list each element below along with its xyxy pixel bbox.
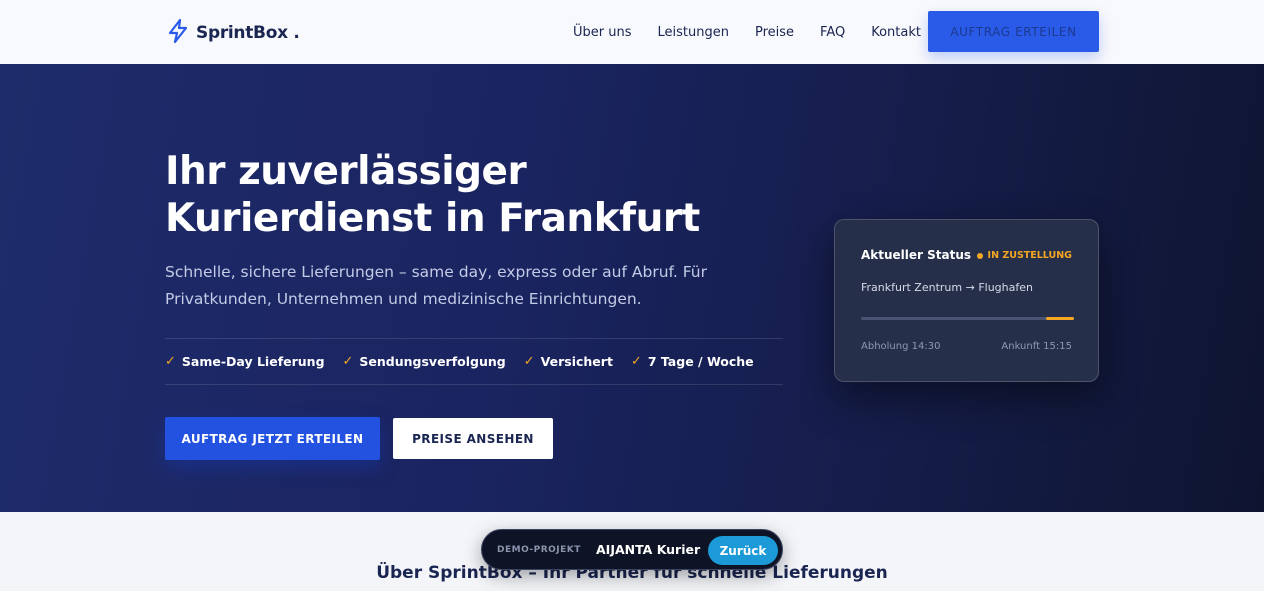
view-prices-button[interactable]: PREISE ANSEHEN (393, 418, 553, 459)
delivery-progress-bar (861, 317, 1074, 320)
feature-item: ✓ Versichert (524, 354, 613, 369)
check-icon: ✓ (523, 354, 535, 369)
status-badge-label: IN ZUSTELLUNG (987, 250, 1072, 261)
delivery-progress-fill (1046, 317, 1074, 320)
hero-subtitle-line1: Schnelle, sichere Lieferungen – same day… (165, 263, 707, 281)
check-icon: ✓ (342, 354, 354, 369)
feature-label: Same-Day Lieferung (181, 354, 325, 369)
check-icon: ✓ (630, 354, 642, 369)
nav-item-faq[interactable]: FAQ (820, 25, 845, 40)
hero-subtitle-line2: Privatkunden, Unternehmen und medizinisc… (165, 290, 642, 308)
hero-title-line1: Ihr zuverlässiger (165, 149, 527, 194)
site-header: SprintBox . Über uns Leistungen Preise F… (0, 0, 1264, 64)
feature-label: Sendungsverfolgung (359, 354, 506, 369)
lightning-icon (166, 18, 190, 48)
status-dot-icon (976, 252, 983, 259)
status-card: Aktueller Status IN ZUSTELLUNG Frankfurt… (834, 219, 1099, 382)
feature-item: ✓ 7 Tage / Woche (631, 354, 754, 369)
logo[interactable]: SprintBox . (166, 18, 300, 48)
arrival-time: Ankunft 15:15 (1001, 341, 1072, 352)
hero-title-line2: Kurierdienst in Frankfurt (165, 196, 700, 241)
status-title: Aktueller Status (861, 248, 972, 262)
feature-label: 7 Tage / Woche (647, 354, 754, 369)
header-order-button[interactable]: AUFTRAG ERTEILEN (928, 11, 1099, 52)
demo-label: DEMO-PROJEKT (497, 545, 581, 555)
nav-item-preise[interactable]: Preise (755, 25, 794, 40)
hero-subtitle: Schnelle, sichere Lieferungen – same day… (165, 259, 755, 313)
status-route: Frankfurt Zentrum → Flughafen (861, 281, 1033, 294)
nav-item-leistungen[interactable]: Leistungen (658, 25, 729, 40)
demo-project-name: AIJANTA Kurier (596, 542, 701, 557)
hero-title: Ihr zuverlässiger Kurierdienst in Frankf… (165, 148, 785, 242)
feature-label: Versichert (540, 354, 613, 369)
hero-section: Ihr zuverlässiger Kurierdienst in Frankf… (0, 64, 1264, 512)
nav-item-ueber-uns[interactable]: Über uns (573, 25, 632, 40)
nav-item-kontakt[interactable]: Kontakt (871, 25, 921, 40)
logo-text: SprintBox . (196, 23, 300, 43)
back-button[interactable]: Zurück (708, 536, 778, 565)
feature-item: ✓ Same-Day Lieferung (165, 354, 325, 369)
demo-project-bar: DEMO-PROJEKT AIJANTA Kurier Zurück (481, 529, 783, 570)
main-nav: Über uns Leistungen Preise FAQ Kontakt (573, 0, 921, 64)
feature-item: ✓ Sendungsverfolgung (343, 354, 506, 369)
pickup-time: Abholung 14:30 (861, 341, 941, 352)
status-badge: IN ZUSTELLUNG (976, 250, 1072, 261)
feature-list: ✓ Same-Day Lieferung ✓ Sendungsverfolgung … (165, 338, 783, 385)
check-icon: ✓ (165, 354, 176, 369)
order-now-button[interactable]: AUFTRAG JETZT ERTEILEN (165, 417, 380, 460)
